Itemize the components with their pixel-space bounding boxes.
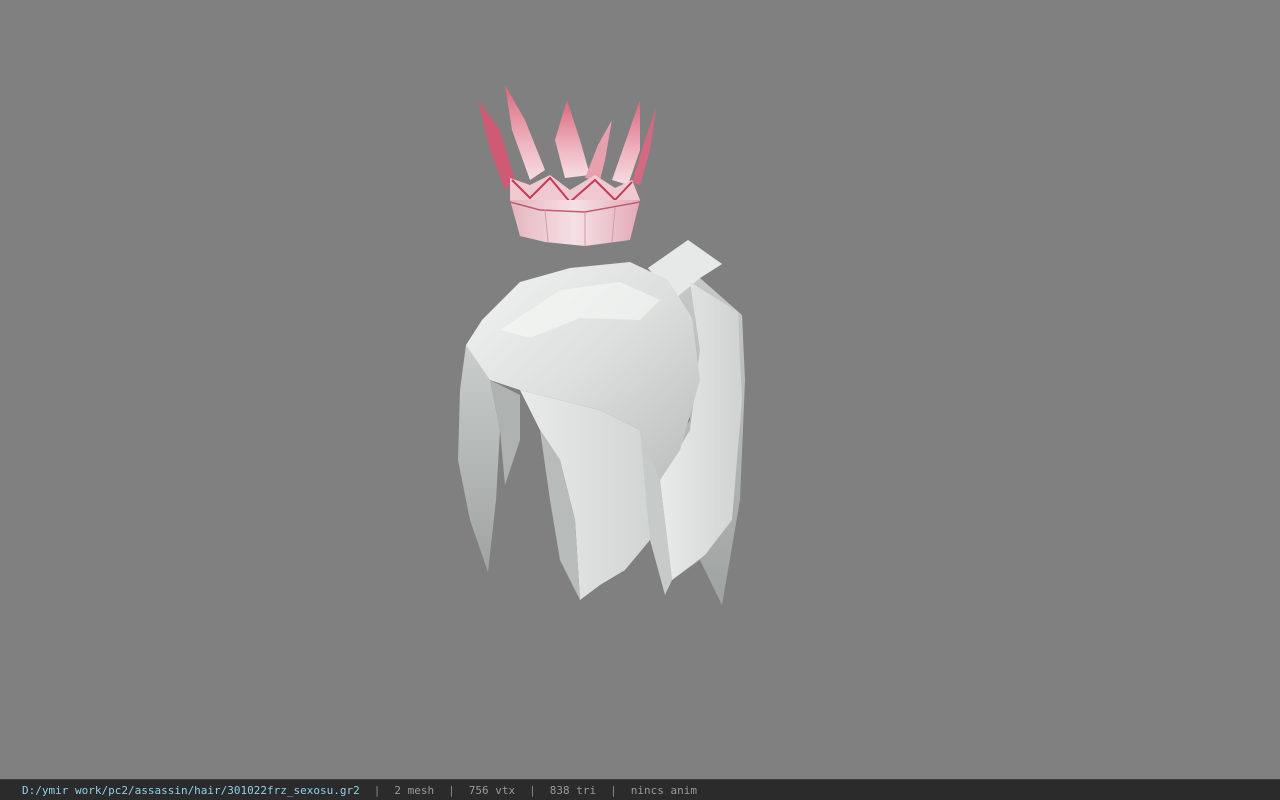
file-path: D:/ymir work/pc2/assassin/hair/301022frz…	[22, 783, 360, 797]
hair-mesh	[458, 240, 745, 605]
triangle-count: 838 tri	[549, 783, 597, 797]
crown-mesh	[478, 85, 656, 246]
anim-status: nincs anim	[630, 783, 697, 797]
separator: |	[448, 783, 455, 797]
vertex-count: 756 vtx	[468, 783, 516, 797]
status-bar: D:/ymir work/pc2/assassin/hair/301022frz…	[0, 779, 1280, 800]
separator: |	[373, 783, 381, 797]
mesh-count: 2 mesh	[394, 783, 435, 797]
model-render	[458, 85, 745, 605]
3d-viewport[interactable]	[0, 0, 1280, 779]
separator: |	[610, 783, 617, 797]
separator: |	[529, 783, 536, 797]
